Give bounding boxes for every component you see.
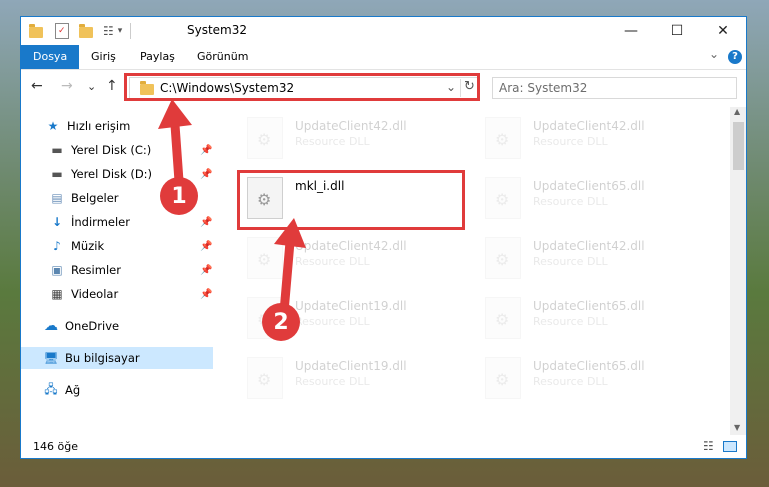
sidebar-item-label: Videolar [71,287,119,301]
dll-file-icon [485,237,521,279]
file-item[interactable]: UpdateClient65.dll Resource DLL [479,293,709,343]
computer-icon: 🖥 [43,351,59,365]
network-icon: 🖧 [44,381,58,396]
sidebar-item-this-pc[interactable]: 🖥 Bu bilgisayar [21,347,213,369]
sidebar-item-label: Yerel Disk (C:) [71,143,152,157]
scroll-up-icon[interactable]: ▲ [734,107,740,116]
picture-icon: ▣ [51,263,63,277]
recent-locations-button[interactable]: ⌄ [87,80,96,93]
file-name: UpdateClient65.dll [533,179,645,193]
window-title: System32 [187,23,248,37]
sidebar-item-label: Hızlı erişim [67,119,131,133]
dll-file-icon [485,297,521,339]
cloud-icon: ☁ [44,318,58,334]
drive-icon: ▬ [51,143,63,157]
sidebar-item-label: OneDrive [65,319,120,333]
pin-icon[interactable]: 📌 [200,265,212,276]
download-icon: ↓ [51,215,63,229]
view-options-icon[interactable]: ☷ [103,24,114,38]
sidebar-item-downloads[interactable]: ↓ İndirmeler 📌 [21,211,213,233]
sidebar-item-label: Müzik [71,239,105,253]
sidebar-item-onedrive[interactable]: ☁ OneDrive [21,315,213,337]
quick-access-toolbar: ✓ ☷ ▾ [29,22,132,40]
file-description: Resource DLL [533,315,608,328]
item-count: 146 öğe [33,440,78,453]
ribbon-expand-icon[interactable]: ⌄ [709,47,719,61]
file-name: UpdateClient65.dll [533,299,645,313]
sidebar-item-label: Yerel Disk (D:) [71,167,153,181]
folder-icon [29,23,43,38]
sidebar-item-label: Resimler [71,263,121,277]
minimize-button[interactable]: — [608,17,654,45]
file-name: UpdateClient42.dll [533,239,645,253]
document-icon: ▤ [51,191,63,205]
maximize-button[interactable]: ☐ [654,17,700,45]
ribbon: Dosya Giriş Paylaş Görünüm ⌄ ? [21,45,746,70]
file-name: UpdateClient42.dll [533,119,645,133]
music-icon: ♪ [53,239,61,253]
star-icon: ★ [47,119,59,133]
title-bar: ✓ ☷ ▾ System32 — ☐ ✕ [21,17,746,45]
back-button[interactable]: ← [31,78,43,94]
file-description: Resource DLL [533,255,608,268]
tab-gorunum[interactable]: Görünüm [197,45,248,69]
dll-file-icon [247,357,283,399]
file-name: UpdateClient65.dll [533,359,645,373]
new-folder-icon[interactable] [79,23,93,38]
sidebar-item-network[interactable]: 🖧 Ağ [21,379,213,401]
file-description: Resource DLL [295,375,370,388]
up-button[interactable]: ↑ [106,78,118,94]
pin-icon[interactable]: 📌 [200,217,212,228]
search-input[interactable]: Ara: System32 [492,77,737,99]
pin-icon[interactable]: 📌 [200,289,212,300]
tab-paylas[interactable]: Paylaş [140,45,175,69]
step-badge-2: 2 [262,303,300,341]
scroll-down-icon[interactable]: ▼ [734,423,740,432]
scrollbar-thumb[interactable] [733,122,744,170]
file-item[interactable]: UpdateClient42.dll Resource DLL [479,113,709,163]
pin-icon[interactable]: 📌 [200,241,212,252]
file-description: Resource DLL [533,375,608,388]
properties-icon[interactable]: ✓ [55,23,69,39]
dll-file-icon [485,117,521,159]
tab-dosya[interactable]: Dosya [21,45,80,69]
drive-icon: ▬ [51,167,63,181]
step-badge-1: 1 [160,177,198,215]
sidebar-item-label: İndirmeler [71,215,130,229]
sidebar-item-music[interactable]: ♪ Müzik 📌 [21,235,213,257]
file-description: Resource DLL [533,195,608,208]
file-item[interactable]: UpdateClient65.dll Resource DLL [479,173,709,223]
vertical-scrollbar[interactable]: ▲ ▼ [730,107,746,435]
sidebar-item-videos[interactable]: ▦ Videolar 📌 [21,283,213,305]
tab-giris[interactable]: Giriş [91,45,116,69]
video-icon: ▦ [51,287,63,301]
status-bar: 146 öğe ☷ [21,435,746,458]
toolbar-divider [130,23,132,39]
sidebar-item-pictures[interactable]: ▣ Resimler 📌 [21,259,213,281]
file-description: Resource DLL [533,135,608,148]
file-item[interactable]: UpdateClient65.dll Resource DLL [479,353,709,403]
close-button[interactable]: ✕ [700,17,746,45]
sidebar-item-label: Ağ [65,383,81,397]
file-name: UpdateClient19.dll [295,359,407,373]
details-view-icon[interactable]: ☷ [703,439,714,453]
dll-file-icon [485,357,521,399]
large-icons-view-icon[interactable] [723,441,737,452]
file-item[interactable]: UpdateClient42.dll Resource DLL [241,113,471,163]
file-name: UpdateClient42.dll [295,119,407,133]
file-description: Resource DLL [295,135,370,148]
customize-toolbar-icon[interactable]: ▾ [118,26,123,36]
help-icon[interactable]: ? [728,50,742,64]
dll-file-icon [485,177,521,219]
sidebar-item-label: Bu bilgisayar [65,351,140,365]
dll-file-icon [247,117,283,159]
file-item[interactable]: UpdateClient42.dll Resource DLL [479,233,709,283]
file-item[interactable]: UpdateClient19.dll Resource DLL [241,353,471,403]
sidebar-item-label: Belgeler [71,191,119,205]
forward-button[interactable]: → [61,78,73,94]
